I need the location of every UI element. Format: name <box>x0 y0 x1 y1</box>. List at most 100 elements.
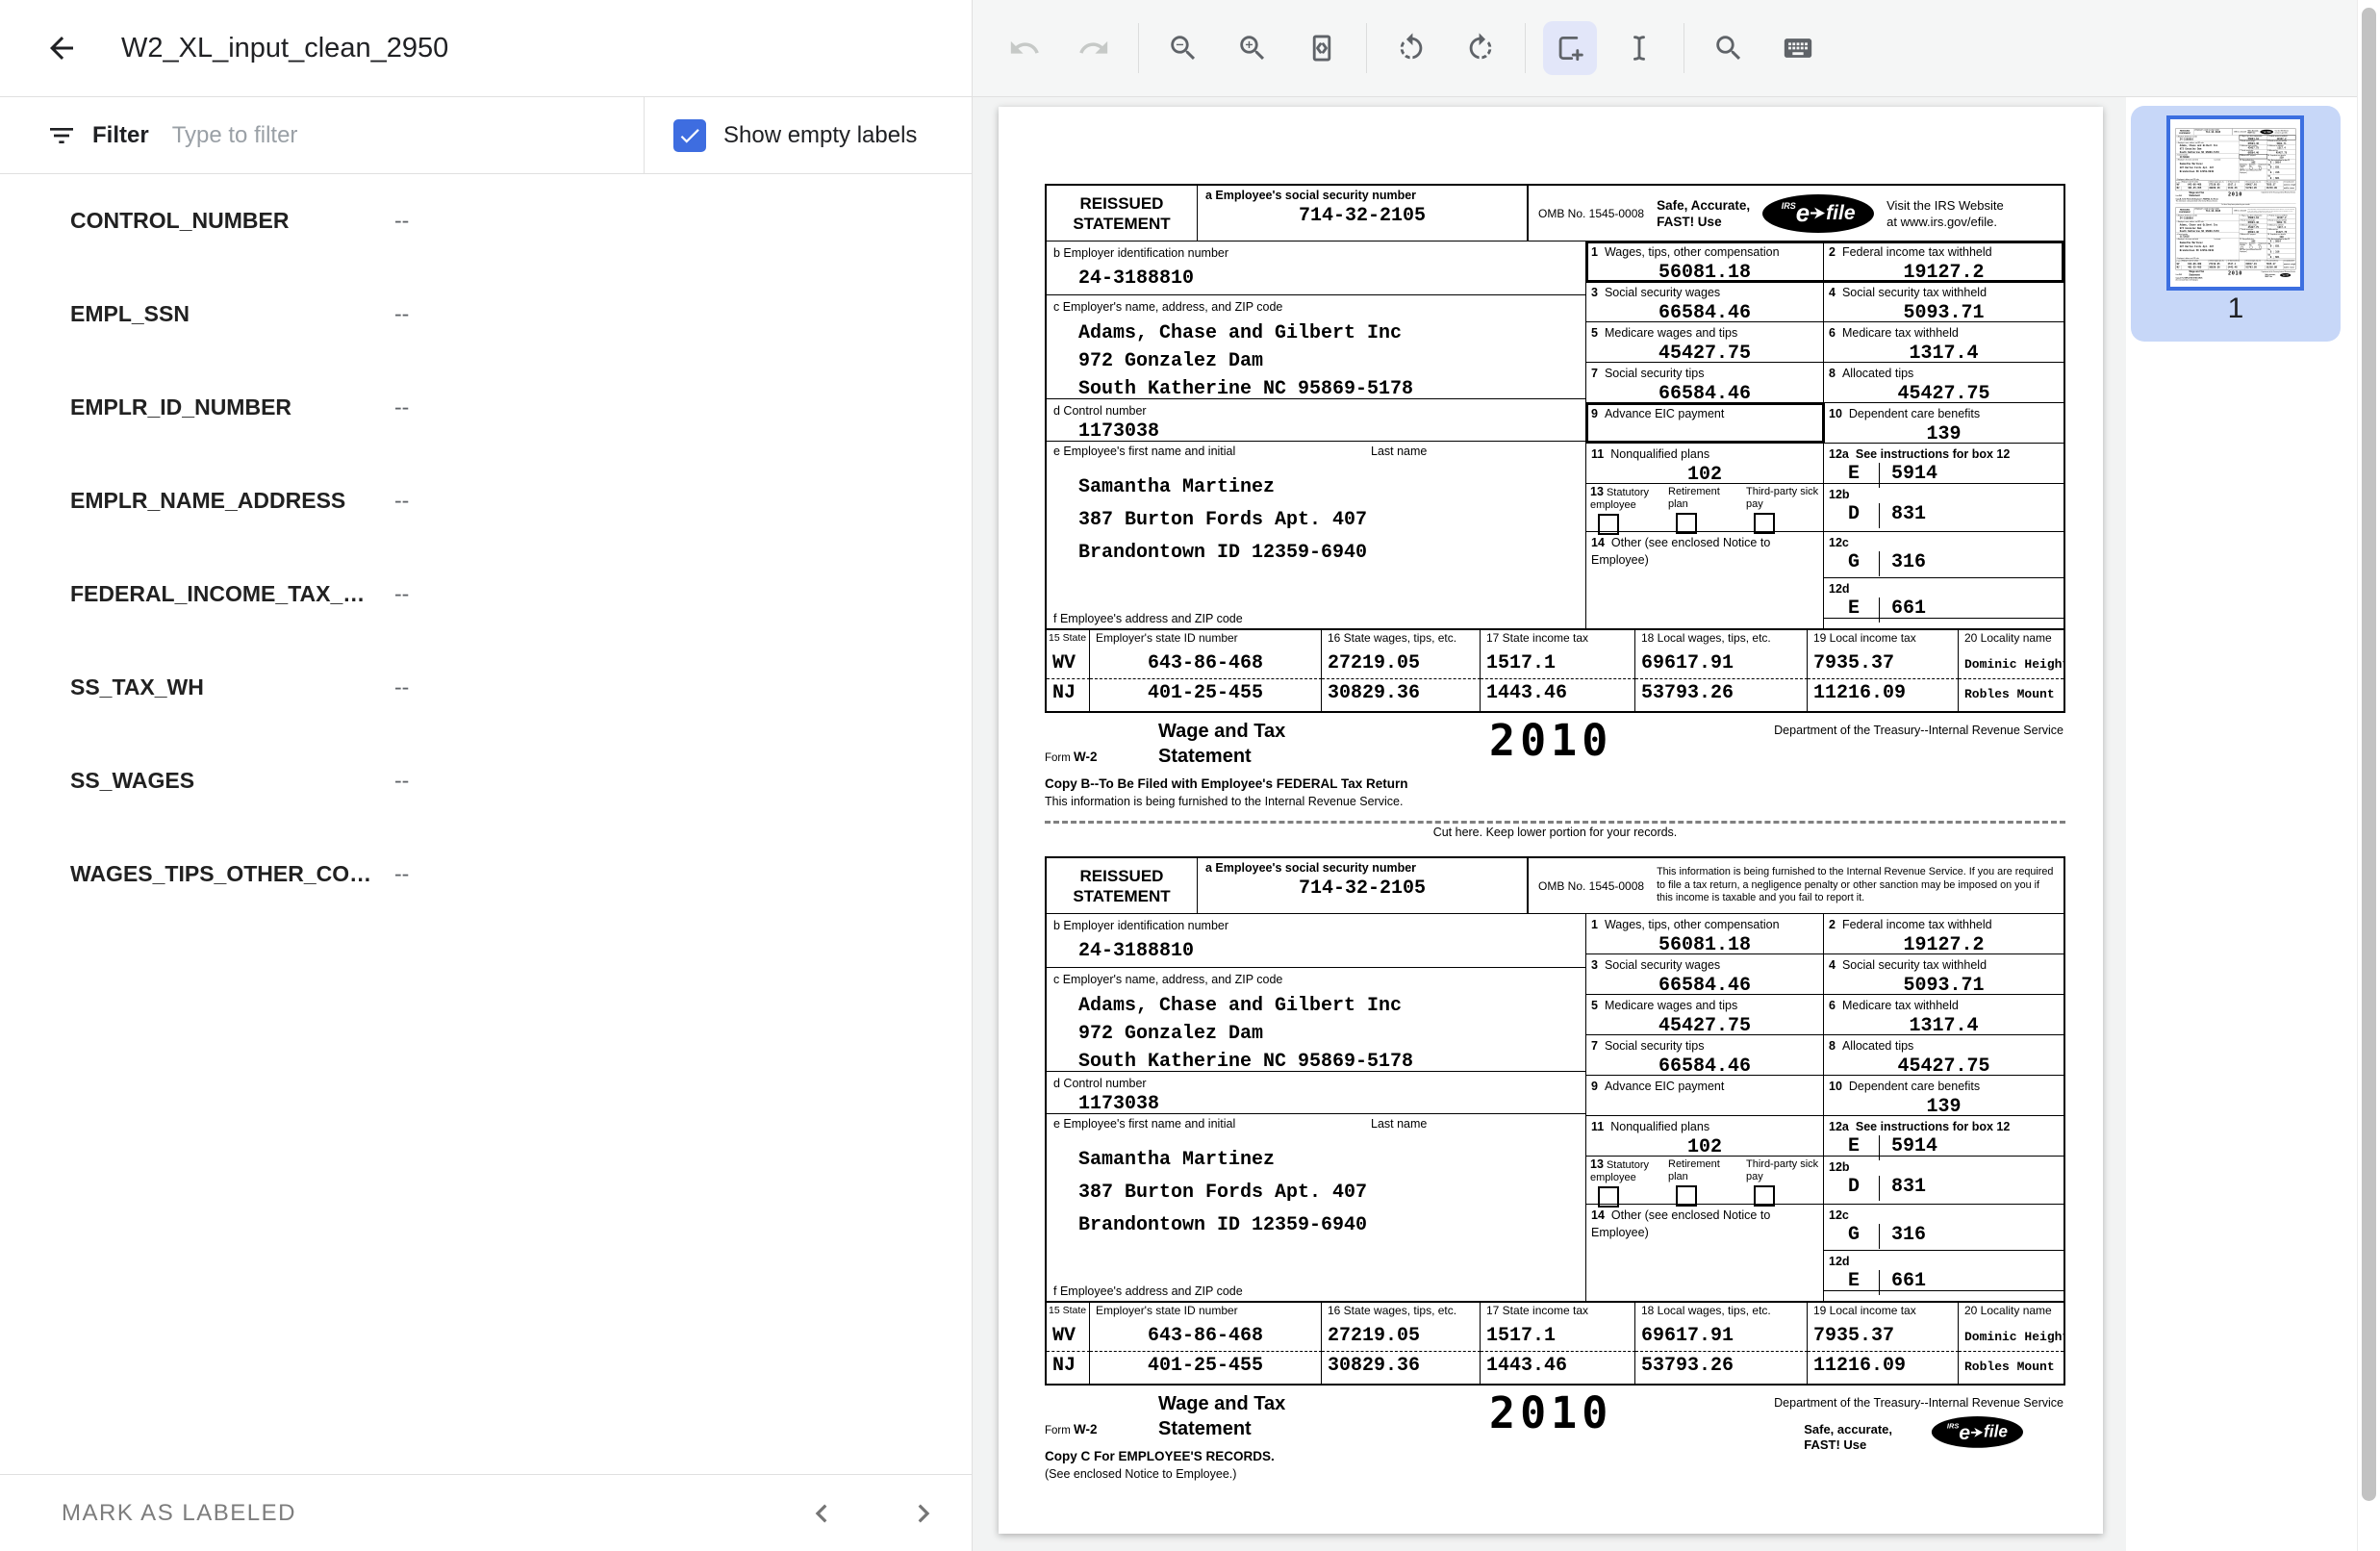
label-item-ss-tax-wh[interactable]: SS_TAX_WH -- <box>0 641 972 734</box>
back-button[interactable] <box>38 25 85 71</box>
box-13-checkboxes: 13 Statutory employee Retirement plan Th… <box>1586 484 1824 531</box>
add-bounding-box-button[interactable] <box>1543 21 1597 75</box>
box-2-federal-tax: 2Federal income tax withheld 19127.2 <box>1824 914 2064 953</box>
keyboard-icon <box>1782 32 1814 64</box>
box-a-employee-ssn: a Employee's social security number 714-… <box>1198 858 1529 913</box>
employee-name-address-value: Samantha Martinez 387 Burton Fords Apt. … <box>1078 1144 1579 1242</box>
visit-irs-text: Visit the IRS Website at www.irs.gov/efi… <box>1886 197 2004 230</box>
box-12c: 12c G316 <box>1824 532 2064 578</box>
label-item-federal-income-tax[interactable]: FEDERAL_INCOME_TAX_… -- <box>0 547 972 641</box>
copy-designation-subline: (See enclosed Notice to Employee.) <box>1045 1467 1236 1481</box>
numbered-boxes-column: 1Wages, tips, other compensation 56081.1… <box>1586 242 2064 628</box>
page-thumbnail-selected[interactable]: REISSUED STATEMENT a Employee's social s… <box>2131 106 2341 342</box>
label-item-emplr-id-number[interactable]: EMPLR_ID_NUMBER -- <box>0 361 972 454</box>
app: W2_XL_input_clean_2950 <box>0 0 2380 1551</box>
box-4-ss-tax: 4Social security tax withheld 5093.71 <box>1824 282 2064 321</box>
box-2-federal-tax: 2Federal income tax withheld 19127.2 <box>1824 242 2064 281</box>
box-7-ss-tips: 7Social security tips 66584.46 <box>1586 1035 1824 1075</box>
box-11-nonqualified-plans: 11Nonqualified plans 102 <box>1586 1116 1824 1156</box>
box-e-employee-name: e Employee's first name and initial Last… <box>1047 1114 1585 1280</box>
state-row-1: WV 643-86-468 27219.05 1517.1 69617.91 7… <box>1047 649 2064 679</box>
efile-arrow-icon <box>1810 207 1825 219</box>
rotate-right-button[interactable] <box>1454 21 1507 75</box>
box-5-medicare-wages: 5Medicare wages and tips 45427.75 <box>1586 322 1824 362</box>
w2-form-table: REISSUED STATEMENT a Employee's social s… <box>1045 184 2065 713</box>
show-empty-labels-label: Show empty labels <box>723 122 917 149</box>
w2-form-footer: Form W-2 Wage and Tax Statement 2010 Dep… <box>1045 1391 2065 1491</box>
box-14-other: 14Other (see enclosed Notice to Employee… <box>1586 1205 1824 1301</box>
box-f-employee-address-label: f Employee's address and ZIP code <box>1047 607 1585 628</box>
irs-furnished-notice: This information is being furnished to t… <box>1657 866 2054 905</box>
box-12d: 12d E661 <box>1824 578 2064 619</box>
omb-number: OMB No. 1545-0008 <box>1538 207 1644 220</box>
label-item-empl-ssn[interactable]: EMPL_SSN -- <box>0 267 972 361</box>
zoom-in-button[interactable] <box>1226 21 1279 75</box>
w2-form-copy-c: REISSUED STATEMENT a Employee's social s… <box>1045 856 2065 1491</box>
third-party-sick-pay-checkbox <box>1754 1185 1775 1207</box>
label-item-wages-tips-other[interactable]: WAGES_TIPS_OTHER_CO… -- <box>0 827 972 921</box>
page-thumbnail[interactable]: REISSUED STATEMENT a Employee's social s… <box>2166 115 2304 291</box>
copy-designation-subline: This information is being furnished to t… <box>1045 795 1403 808</box>
box-13-checkboxes: 13 Statutory employee Retirement plan Th… <box>1586 1157 1824 1204</box>
page-number-label: 1 <box>2131 292 2341 325</box>
state-local-table: 15 State Employer's state ID number 16 S… <box>1047 628 2064 711</box>
scrollbar-thumb[interactable] <box>2362 8 2376 1501</box>
tax-year: 2010 <box>1489 715 1612 766</box>
show-empty-labels-checkbox[interactable] <box>673 119 706 152</box>
check-icon <box>677 123 702 148</box>
safe-accurate-text: Safe, Accurate, FAST! Use <box>1657 197 1750 230</box>
state-local-table: 15 State Employer's state ID number 16 S… <box>1047 1301 2064 1384</box>
retirement-plan-checkbox <box>1676 1185 1697 1207</box>
employer-employee-column: b Employer identification number 24-3188… <box>1047 914 1586 1301</box>
box-d-control-number: d Control number 1173038 <box>1047 1072 1585 1114</box>
search-icon <box>1712 32 1745 64</box>
keyboard-shortcuts-button[interactable] <box>1771 21 1825 75</box>
retirement-plan-checkbox <box>1676 513 1697 534</box>
next-document-button[interactable] <box>902 1492 945 1535</box>
previous-document-button[interactable] <box>800 1492 843 1535</box>
box-1-wages: 1Wages, tips, other compensation 56081.1… <box>1586 914 1824 953</box>
reissued-statement-label: REISSUED STATEMENT <box>1047 858 1198 913</box>
w2-form-table: REISSUED STATEMENT a Employee's social s… <box>1045 856 2065 1386</box>
undo-button[interactable] <box>998 21 1051 75</box>
control-number-value: 1173038 <box>1078 1093 1579 1115</box>
box-d-control-number: d Control number 1173038 <box>1047 399 1585 442</box>
box-12a: 12aSee instructions for box 12 E5914 <box>1824 1116 2064 1156</box>
box-12c: 12c G316 <box>1824 1205 2064 1251</box>
search-button[interactable] <box>1702 21 1756 75</box>
document-viewer: REISSUED STATEMENT a Employee's social s… <box>973 97 2126 1551</box>
box-a-employee-ssn: a Employee's social security number 714-… <box>1198 186 1529 241</box>
box-3-ss-wages: 3Social security wages 66584.46 <box>1586 954 1824 994</box>
toolbar <box>973 0 2380 96</box>
box-1-wages: 1Wages, tips, other compensation 56081.1… <box>1586 242 1824 281</box>
employer-employee-column: b Employer identification number 24-3188… <box>1047 242 1586 628</box>
box-6-medicare-tax: 6Medicare tax withheld 1317.4 <box>1824 995 2064 1034</box>
header: W2_XL_input_clean_2950 <box>0 0 972 96</box>
copy-designation-line: Copy B--To Be Filed with Employee's FEDE… <box>1045 776 1408 791</box>
toolbar-separator <box>1525 23 1526 73</box>
box-8-allocated-tips: 8Allocated tips 45427.75 <box>1824 1035 2064 1075</box>
state-row-2: NJ 401-25-455 30829.36 1443.46 53793.26 … <box>1047 1352 2064 1384</box>
third-party-sick-pay-checkbox <box>1754 513 1775 534</box>
rotate-left-button[interactable] <box>1384 21 1438 75</box>
fit-to-width-button[interactable] <box>1295 21 1349 75</box>
page-title: W2_XL_input_clean_2950 <box>121 33 448 64</box>
label-item-control-number[interactable]: CONTROL_NUMBER -- <box>0 174 972 267</box>
filter-input[interactable] <box>172 122 538 149</box>
document-page[interactable]: REISSUED STATEMENT a Employee's social s… <box>2170 119 2300 287</box>
thumbnail-panel: REISSUED STATEMENT a Employee's social s… <box>2127 97 2357 1551</box>
box-12a: 12aSee instructions for box 12 E5914 <box>1824 444 2064 483</box>
copy-designation-line: Copy C For EMPLOYEE'S RECORDS. <box>1045 1449 1275 1463</box>
label-item-ss-wages[interactable]: SS_WAGES -- <box>0 734 972 827</box>
label-item-emplr-name-address[interactable]: EMPLR_NAME_ADDRESS -- <box>0 454 972 547</box>
zoom-out-button[interactable] <box>1156 21 1210 75</box>
rotate-right-icon <box>1464 32 1497 64</box>
form-header-right: OMB No. 1545-0008 This information is be… <box>1529 858 2064 913</box>
box-3-ss-wages: 3Social security wages 66584.46 <box>1586 282 1824 321</box>
filter-section: Filter <box>0 97 645 173</box>
redo-button[interactable] <box>1067 21 1121 75</box>
mark-as-labeled-button[interactable]: MARK AS LABELED <box>62 1500 296 1527</box>
label-list: CONTROL_NUMBER -- EMPL_SSN -- EMPLR_ID_N… <box>0 174 972 921</box>
document-page[interactable]: REISSUED STATEMENT a Employee's social s… <box>999 107 2103 1534</box>
text-select-button[interactable] <box>1612 21 1666 75</box>
